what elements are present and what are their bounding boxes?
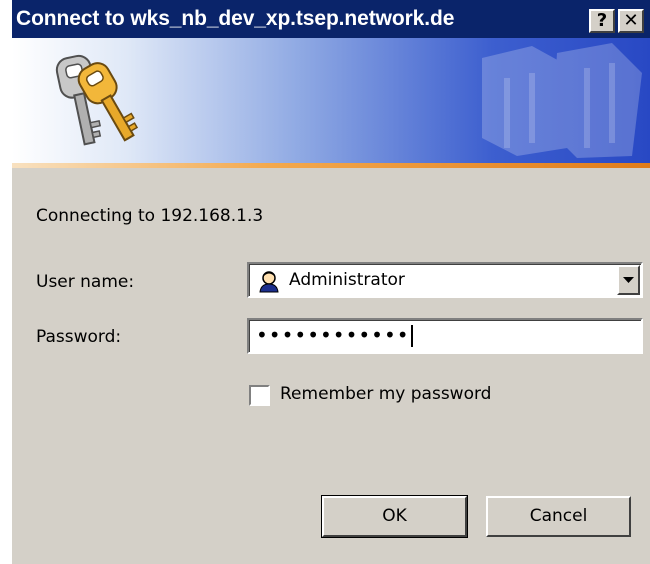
- cancel-button[interactable]: Cancel: [486, 496, 631, 537]
- password-input[interactable]: ••••••••••••: [247, 318, 643, 354]
- ok-button[interactable]: OK: [321, 495, 468, 538]
- chevron-down-icon: [623, 277, 634, 283]
- text-caret: [411, 325, 413, 347]
- window-title: Connect to wks_nb_dev_xp.tsep.network.de: [16, 7, 455, 30]
- remember-password-label[interactable]: Remember my password: [280, 384, 491, 404]
- username-value: Administrator: [289, 270, 405, 290]
- title-bar[interactable]: Connect to wks_nb_dev_xp.tsep.network.de…: [12, 0, 650, 38]
- username-combobox[interactable]: Administrator: [247, 262, 643, 298]
- connecting-text: Connecting to 192.168.1.3: [36, 206, 264, 226]
- username-label: User name:: [36, 272, 135, 292]
- banner-stripe: [12, 163, 650, 168]
- remember-password-checkbox[interactable]: [249, 385, 270, 406]
- banner: [12, 38, 650, 163]
- password-label: Password:: [36, 327, 122, 347]
- close-button[interactable]: ✕: [618, 9, 644, 33]
- user-icon: [259, 271, 279, 293]
- login-dialog: Connect to wks_nb_dev_xp.tsep.network.de…: [10, 0, 650, 564]
- password-value: ••••••••••••: [256, 323, 410, 347]
- help-button[interactable]: ?: [589, 9, 615, 33]
- username-dropdown-button[interactable]: [617, 265, 640, 295]
- keys-icon: [55, 54, 139, 146]
